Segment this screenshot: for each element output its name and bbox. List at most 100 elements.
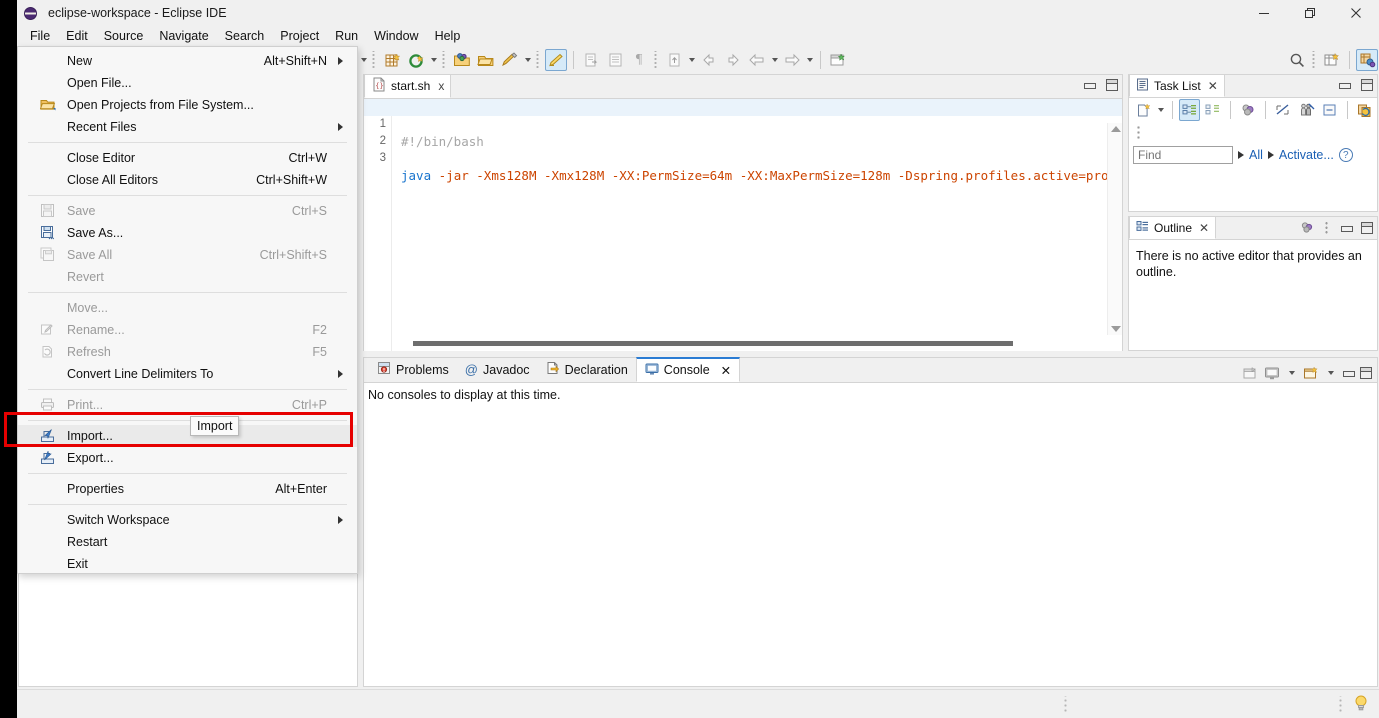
arrow-right-icon[interactable] — [1267, 151, 1274, 159]
back-nav-icon[interactable] — [746, 49, 768, 71]
tab-console[interactable]: Console ✕ — [635, 357, 741, 382]
maximize-button[interactable] — [1287, 0, 1333, 26]
toolbar-grip[interactable] — [1311, 51, 1318, 69]
menu-help[interactable]: Help — [427, 26, 469, 46]
prev-edit-icon[interactable] — [698, 49, 720, 71]
menu-item-close-editor[interactable]: Close Editor Ctrl+W — [18, 147, 357, 169]
block-selection-icon[interactable] — [604, 49, 626, 71]
menu-project[interactable]: Project — [272, 26, 327, 46]
open-console-icon[interactable] — [1303, 366, 1319, 381]
dropdown-caret-icon[interactable] — [804, 49, 815, 71]
menu-item-import[interactable]: Import... — [18, 425, 357, 447]
menu-item-export[interactable]: Export... — [18, 447, 357, 469]
minimize-button[interactable] — [1241, 0, 1287, 26]
forward-up-icon[interactable] — [663, 49, 685, 71]
scroll-up-arrow-icon[interactable] — [1111, 126, 1121, 132]
dropdown-caret-icon[interactable] — [1286, 362, 1297, 384]
minimize-icon[interactable] — [1342, 367, 1355, 379]
open-folder-icon[interactable] — [475, 49, 497, 71]
new-window-icon[interactable] — [827, 49, 849, 71]
toolbar-grip[interactable] — [371, 51, 378, 69]
open-perspective-icon[interactable] — [451, 49, 473, 71]
activate-link[interactable]: Activate... — [1279, 148, 1334, 162]
menu-window[interactable]: Window — [366, 26, 426, 46]
view-menu-icon[interactable] — [1323, 221, 1331, 234]
dropdown-caret-icon[interactable] — [769, 49, 780, 71]
menu-item-restart[interactable]: Restart — [18, 531, 357, 553]
menu-item-recent-files[interactable]: Recent Files — [18, 116, 357, 138]
tab-javadoc[interactable]: @ Javadoc — [457, 357, 538, 382]
maximize-icon[interactable] — [1361, 79, 1373, 91]
display-console-icon[interactable] — [1264, 366, 1280, 381]
menu-source[interactable]: Source — [96, 26, 152, 46]
menu-navigate[interactable]: Navigate — [151, 26, 216, 46]
lightbulb-icon[interactable] — [1353, 694, 1369, 715]
java-perspective-icon[interactable] — [1356, 49, 1378, 71]
close-icon[interactable]: ✕ — [721, 363, 731, 378]
close-icon[interactable]: ✕ — [1199, 221, 1209, 235]
editor-body[interactable]: 1 #!/bin/bash 2 3 java -jar -Xms128M -Xm… — [364, 99, 1122, 351]
toolbar-grip[interactable] — [653, 51, 660, 69]
categorized-icon[interactable] — [1178, 99, 1201, 121]
scheduled-icon[interactable] — [1202, 99, 1224, 121]
menu-file[interactable]: File — [22, 26, 58, 46]
menu-run[interactable]: Run — [327, 26, 366, 46]
dropdown-caret-icon[interactable] — [428, 49, 439, 71]
focus-icon[interactable] — [1300, 221, 1314, 234]
minimize-icon[interactable] — [1083, 79, 1096, 91]
dropdown-caret-icon[interactable] — [358, 49, 369, 71]
tab-problems[interactable]: Problems — [369, 357, 457, 382]
menu-search[interactable]: Search — [217, 26, 273, 46]
menu-item-open-file[interactable]: Open File... — [18, 72, 357, 94]
tab-outline[interactable]: Outline ✕ — [1129, 216, 1217, 239]
toolbar-grip[interactable] — [441, 51, 448, 69]
close-icon[interactable]: ✕ — [1208, 79, 1218, 93]
marker-pen-icon[interactable] — [545, 49, 567, 71]
maximize-icon[interactable] — [1361, 221, 1373, 234]
toolbar-grip[interactable] — [535, 51, 542, 69]
new-task-icon[interactable] — [1133, 99, 1155, 121]
find-input[interactable] — [1133, 146, 1233, 164]
menu-item-switch-workspace[interactable]: Switch Workspace — [18, 509, 357, 531]
tab-declaration[interactable]: Declaration — [538, 357, 636, 382]
dropdown-caret-icon[interactable] — [522, 49, 533, 71]
close-icon[interactable]: x — [438, 79, 444, 93]
code-content[interactable]: 1 #!/bin/bash 2 3 java -jar -Xms128M -Xm… — [364, 99, 1122, 351]
next-edit-icon[interactable] — [722, 49, 744, 71]
scrollbar-thumb[interactable] — [413, 341, 1013, 346]
new-wizard-icon[interactable] — [381, 49, 403, 71]
editor-tab-start-sh[interactable]: {} start.sh x — [364, 74, 452, 98]
question-icon[interactable]: ? — [1338, 148, 1353, 162]
minimize-icon[interactable] — [1340, 222, 1353, 234]
restore-icon[interactable] — [1319, 99, 1341, 121]
all-filter-link[interactable]: All — [1249, 148, 1263, 162]
synchronize-icon[interactable] — [1354, 99, 1376, 121]
open-perspective-button[interactable] — [1321, 49, 1343, 71]
menu-item-new[interactable]: New Alt+Shift+N — [18, 50, 357, 72]
editor-vertical-scrollbar[interactable] — [1107, 123, 1122, 335]
editor-horizontal-scrollbar[interactable] — [393, 337, 1106, 349]
arrow-right-icon[interactable] — [1238, 151, 1244, 159]
maximize-icon[interactable] — [1106, 79, 1118, 91]
menu-item-properties[interactable]: Properties Alt+Enter — [18, 478, 357, 500]
collapse-icon[interactable] — [1272, 99, 1294, 121]
dropdown-caret-icon[interactable] — [1156, 99, 1167, 121]
menu-item-convert-line-delimiters-to[interactable]: Convert Line Delimiters To — [18, 363, 357, 385]
tab-task-list[interactable]: Task List ✕ — [1129, 74, 1225, 97]
menu-item-save-as[interactable]: Save As... — [18, 222, 357, 244]
terminate-icon[interactable] — [1242, 366, 1258, 381]
next-annotation-icon[interactable] — [580, 49, 602, 71]
forward-nav-icon[interactable] — [781, 49, 803, 71]
paint-icon[interactable] — [499, 49, 521, 71]
menu-edit[interactable]: Edit — [58, 26, 96, 46]
run-last-icon[interactable] — [405, 49, 427, 71]
maximize-icon[interactable] — [1360, 367, 1372, 379]
scroll-down-arrow-icon[interactable] — [1111, 326, 1121, 332]
close-button[interactable] — [1333, 0, 1379, 26]
focus-icon[interactable] — [1237, 99, 1259, 121]
dropdown-caret-icon[interactable] — [686, 49, 697, 71]
search-icon[interactable] — [1286, 49, 1308, 71]
minimize-icon[interactable] — [1338, 79, 1351, 91]
menu-item-close-all-editors[interactable]: Close All Editors Ctrl+Shift+W — [18, 169, 357, 191]
dropdown-caret-icon[interactable] — [1325, 362, 1336, 384]
